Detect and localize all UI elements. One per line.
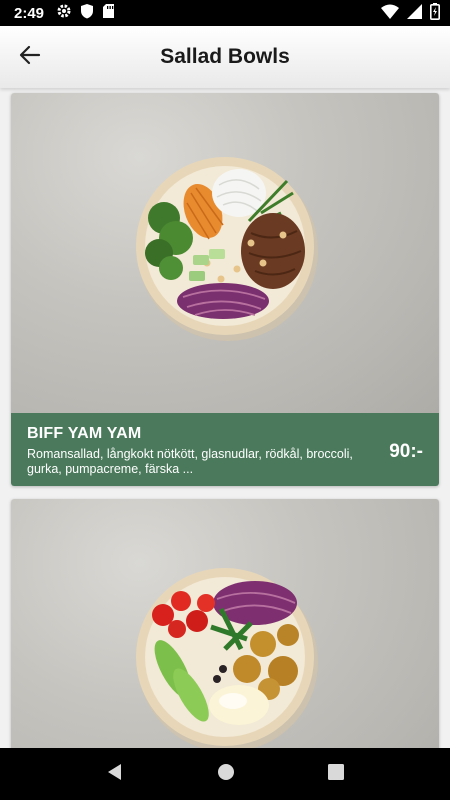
signal-icon <box>407 3 422 23</box>
dish-description: Romansallad, långkokt nötkött, glasnudla… <box>27 447 353 476</box>
status-time: 2:49 <box>14 4 45 22</box>
settings-gear-icon <box>56 3 72 23</box>
back-triangle-icon[interactable] <box>106 763 124 786</box>
system-nav-bar <box>0 748 450 800</box>
menu-list[interactable]: BIFF YAM YAM Romansallad, långkokt nötkö… <box>0 88 450 748</box>
sd-card-icon <box>102 3 115 23</box>
dish-price: 90:- <box>389 441 423 462</box>
menu-item-card[interactable] <box>11 499 439 748</box>
dish-name: BIFF YAM YAM <box>27 425 142 442</box>
home-circle-icon[interactable] <box>217 763 235 786</box>
app-bar: Sallad Bowls <box>0 26 450 88</box>
battery-charging-icon <box>430 2 440 24</box>
menu-item-footer: BIFF YAM YAM Romansallad, långkokt nötkö… <box>11 413 439 486</box>
recents-square-icon[interactable] <box>327 763 344 785</box>
status-bar: 2:49 <box>0 0 450 26</box>
page-title: Sallad Bowls <box>160 45 290 68</box>
beef-salad-bowl-image <box>11 93 439 413</box>
menu-item-card[interactable]: BIFF YAM YAM Romansallad, långkokt nötkö… <box>11 93 439 486</box>
shield-icon <box>80 3 94 23</box>
wifi-icon <box>381 4 399 23</box>
falafel-salad-bowl-image <box>11 499 439 748</box>
arrow-left-icon <box>18 43 42 72</box>
back-button[interactable] <box>0 26 60 88</box>
